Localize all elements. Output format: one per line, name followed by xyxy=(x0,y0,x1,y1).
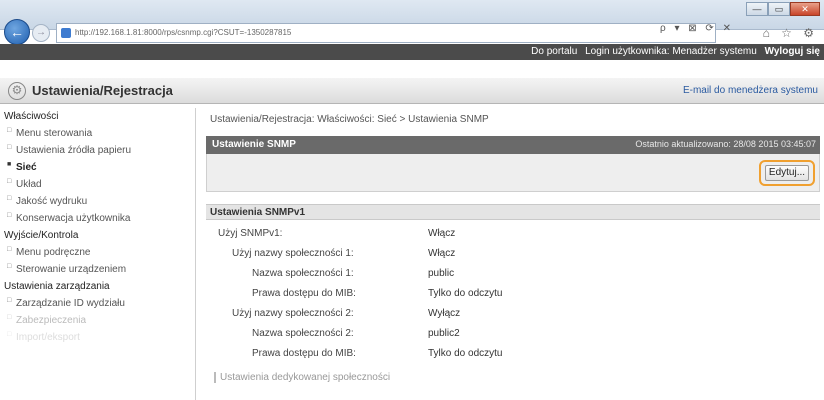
setting-value: Tylko do odczytu xyxy=(428,348,503,359)
setting-row: Prawa dostępu do MIB: Tylko do odczytu xyxy=(206,344,820,364)
setting-label: Nazwa społeczności 1: xyxy=(252,268,354,279)
portal-link[interactable]: Do portalu xyxy=(531,46,577,57)
back-arrow-icon[interactable]: ← xyxy=(4,19,30,45)
subsection-title: Ustawienia dedykowanej społeczności xyxy=(214,372,390,383)
setting-value: public2 xyxy=(428,328,460,339)
sidebar-item-shortcut-menu[interactable]: Menu podręczne xyxy=(0,244,195,261)
sidebar-section-properties: Właściwości xyxy=(4,111,59,122)
email-admin-link[interactable]: E-mail do menedżera systemu xyxy=(683,85,818,96)
site-favicon-icon xyxy=(61,28,71,38)
sidebar-item-network[interactable]: Sieć xyxy=(0,159,195,176)
setting-label: Prawa dostępu do MIB: xyxy=(252,288,356,299)
panel-title: Ustawienie SNMP xyxy=(212,139,296,150)
setting-row: Użyj SNMPv1: Włącz xyxy=(206,224,820,244)
logout-link[interactable]: Wyloguj się xyxy=(765,46,820,57)
browser-toolbar-icons[interactable]: ⌂ ☆ ⚙ xyxy=(763,26,818,40)
sidebar-item-security[interactable]: Zabezpieczenia xyxy=(0,312,195,329)
setting-row: Nazwa społeczności 2: public2 xyxy=(206,324,820,344)
edit-highlight: Edytuj... xyxy=(759,160,815,186)
sidebar-item-paper-source[interactable]: Ustawienia źródła papieru xyxy=(0,142,195,159)
setting-value: Tylko do odczytu xyxy=(428,288,503,299)
sidebar-item-department-id[interactable]: Zarządzanie ID wydziału xyxy=(0,295,195,312)
address-tools[interactable]: ρ ▾ ⊠ ⟳ ✕ xyxy=(660,23,734,34)
main-content: Ustawienia/Rejestracja: Właściwości: Sie… xyxy=(206,108,824,400)
page-header: ⚙ Ustawienia/Rejestracja E-mail do mened… xyxy=(0,78,824,104)
sidebar-item-print-quality[interactable]: Jakość wydruku xyxy=(0,193,195,210)
sidebar-item-device-control[interactable]: Sterowanie urządzeniem xyxy=(0,261,195,278)
gear-icon: ⚙ xyxy=(8,82,26,100)
setting-row: Użyj nazwy społeczności 1: Włącz xyxy=(206,244,820,264)
browser-nav-row: ← → http://192.168.1.81:8000/rps/csnmp.c… xyxy=(0,18,824,45)
sidebar: Właściwości Menu sterowania Ustawienia ź… xyxy=(0,108,196,400)
forward-arrow-icon[interactable]: → xyxy=(32,24,50,42)
edit-bar: Edytuj... xyxy=(206,154,820,192)
top-user-bar: Do portalu Login użytkownika: Menadżer s… xyxy=(0,44,824,60)
address-url: http://192.168.1.81:8000/rps/csnmp.cgi?C… xyxy=(75,28,292,37)
sidebar-section-output-control: Wyjście/Kontrola xyxy=(4,230,79,241)
sidebar-item-layout[interactable]: Układ xyxy=(0,176,195,193)
setting-value: Wyłącz xyxy=(428,308,461,319)
section-title: Ustawienia SNMPv1 xyxy=(206,204,820,220)
setting-label: Użyj nazwy społeczności 1: xyxy=(232,248,354,259)
setting-label: Użyj nazwy społeczności 2: xyxy=(232,308,354,319)
minimize-icon[interactable]: — xyxy=(746,2,768,16)
setting-value: Włącz xyxy=(428,228,456,239)
setting-label: Prawa dostępu do MIB: xyxy=(252,348,356,359)
maximize-icon[interactable]: ▭ xyxy=(768,2,790,16)
sidebar-item-import-export[interactable]: Import/eksport xyxy=(0,329,195,346)
setting-row: Prawa dostępu do MIB: Tylko do odczytu xyxy=(206,284,820,304)
settings-list: Użyj SNMPv1: Włącz Użyj nazwy społecznoś… xyxy=(206,224,820,364)
login-user-label: Login użytkownika: Menadżer systemu xyxy=(585,46,757,57)
last-updated: Ostatnio aktualizowano: 28/08 2015 03:45… xyxy=(635,139,816,149)
sidebar-item-control-menu[interactable]: Menu sterowania xyxy=(0,125,195,142)
edit-button[interactable]: Edytuj... xyxy=(765,165,809,181)
breadcrumb: Ustawienia/Rejestracja: Właściwości: Sie… xyxy=(210,114,489,125)
close-icon[interactable]: ✕ xyxy=(790,2,820,16)
setting-label: Nazwa społeczności 2: xyxy=(252,328,354,339)
setting-value: public xyxy=(428,268,455,279)
sidebar-section-management: Ustawienia zarządzania xyxy=(4,281,110,292)
panel-header: Ustawienie SNMP Ostatnio aktualizowano: … xyxy=(206,136,820,154)
setting-row: Użyj nazwy społeczności 2: Wyłącz xyxy=(206,304,820,324)
setting-row: Nazwa społeczności 1: public xyxy=(206,264,820,284)
setting-label: Użyj SNMPv1: xyxy=(218,228,283,239)
address-bar[interactable]: http://192.168.1.81:8000/rps/csnmp.cgi?C… xyxy=(56,23,716,43)
window-controls: — ▭ ✕ xyxy=(746,2,820,16)
setting-value: Włącz xyxy=(428,248,456,259)
page-title: Ustawienia/Rejestracja xyxy=(32,83,173,98)
sidebar-item-user-maintenance[interactable]: Konserwacja użytkownika xyxy=(0,210,195,227)
